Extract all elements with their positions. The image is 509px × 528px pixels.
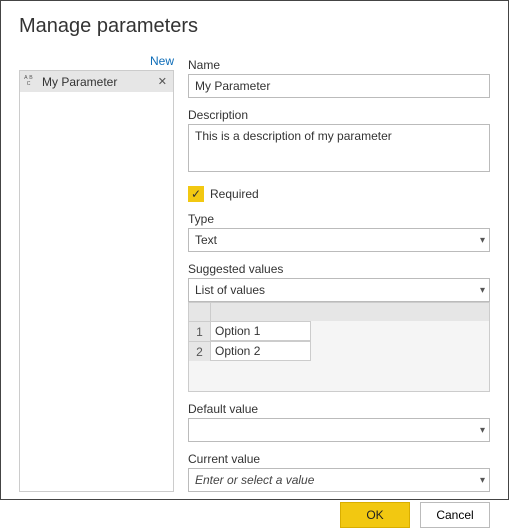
text-parameter-icon: A B C (24, 74, 38, 89)
svg-text:C: C (27, 81, 31, 86)
suggested-values-value: List of values (195, 283, 265, 297)
required-label: Required (210, 187, 259, 201)
type-value: Text (195, 233, 217, 247)
suggested-values-label: Suggested values (188, 262, 490, 276)
list-grid-header (189, 303, 489, 321)
default-value-select[interactable]: ▾ (188, 418, 490, 442)
current-value-select[interactable]: Enter or select a value ▾ (188, 468, 490, 492)
ok-button[interactable]: OK (340, 502, 410, 528)
dialog-footer: OK Cancel (19, 502, 490, 528)
chevron-down-icon: ▾ (480, 425, 485, 436)
svg-text:B: B (29, 75, 33, 81)
parameter-list: A B C My Parameter ✕ (19, 70, 174, 492)
type-label: Type (188, 212, 490, 226)
chevron-down-icon: ▾ (480, 285, 485, 296)
list-values-editor: 1 Option 1 2 Option 2 (188, 302, 490, 392)
manage-parameters-dialog: Manage parameters New A B C My Parameter (1, 1, 508, 499)
current-value-label: Current value (188, 452, 490, 466)
type-select[interactable]: Text ▾ (188, 228, 490, 252)
svg-text:A: A (24, 75, 28, 81)
new-parameter-link[interactable]: New (150, 54, 174, 68)
parameter-item[interactable]: A B C My Parameter ✕ (20, 71, 173, 92)
remove-parameter-icon[interactable]: ✕ (156, 75, 169, 88)
row-value-cell[interactable]: Option 1 (211, 321, 311, 341)
description-label: Description (188, 108, 490, 122)
dialog-title: Manage parameters (19, 15, 490, 38)
parameter-form: Name Description ✓ Required Type Text ▾ … (188, 54, 490, 492)
sidebar-header: New (19, 54, 174, 70)
list-row: 1 Option 1 (189, 321, 489, 341)
parameters-sidebar: New A B C My Parameter ✕ (19, 54, 174, 492)
required-row: ✓ Required (188, 186, 490, 202)
default-value-label: Default value (188, 402, 490, 416)
required-checkbox[interactable]: ✓ (188, 186, 204, 202)
description-input[interactable] (188, 124, 490, 172)
name-input[interactable] (188, 74, 490, 98)
chevron-down-icon: ▾ (480, 475, 485, 486)
current-value-placeholder: Enter or select a value (195, 473, 314, 487)
row-value-cell[interactable]: Option 2 (211, 341, 311, 361)
list-row: 2 Option 2 (189, 341, 489, 361)
suggested-values-select[interactable]: List of values ▾ (188, 278, 490, 302)
name-label: Name (188, 58, 490, 72)
parameter-item-label: My Parameter (42, 75, 152, 89)
dialog-body: New A B C My Parameter ✕ Nam (19, 54, 490, 492)
cancel-button[interactable]: Cancel (420, 502, 490, 528)
row-index: 2 (189, 341, 211, 361)
chevron-down-icon: ▾ (480, 235, 485, 246)
row-index: 1 (189, 321, 211, 341)
